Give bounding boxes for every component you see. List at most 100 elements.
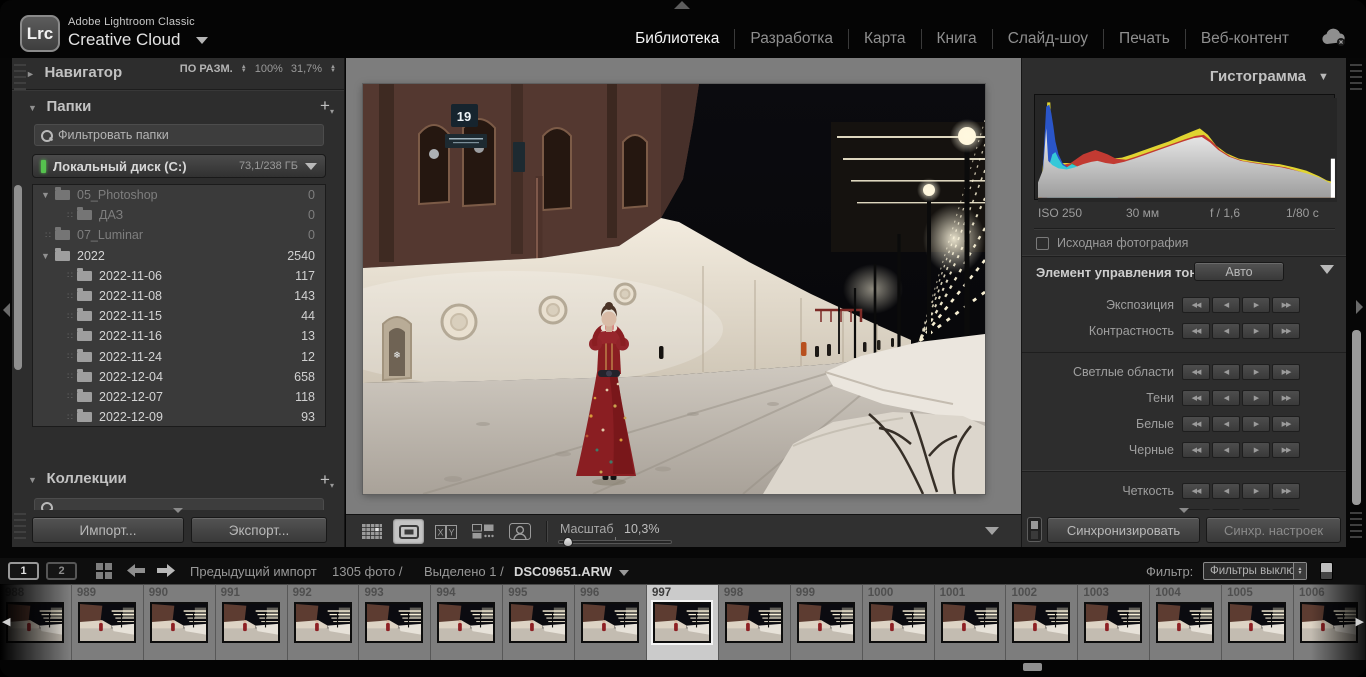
decrease-large-button[interactable]: [1182, 442, 1210, 458]
folder-row[interactable]: 2022-12-0993: [33, 407, 325, 427]
loupe-view-button[interactable]: [393, 519, 424, 544]
filmstrip-thumbnail[interactable]: 989: [72, 584, 144, 660]
decrease-button[interactable]: [1212, 390, 1240, 406]
folder-filter-input[interactable]: Фильтровать папки: [34, 124, 324, 146]
decrease-button[interactable]: [1212, 416, 1240, 432]
filmstrip-thumbnail[interactable]: 1002: [1006, 584, 1078, 660]
zoom-spinner-icon[interactable]: ▲▼: [330, 65, 336, 73]
decrease-button[interactable]: [1212, 483, 1240, 499]
sync-settings-button[interactable]: Синхр. настроек: [1206, 517, 1341, 543]
module-tab[interactable]: Библиотека: [620, 26, 734, 52]
folder-grip-icon[interactable]: [63, 351, 77, 362]
filmstrip-thumbnail[interactable]: 990: [144, 584, 216, 660]
module-tab[interactable]: Печать: [1104, 26, 1185, 52]
folder-grip-icon[interactable]: [63, 371, 77, 382]
resize-grip[interactable]: [14, 513, 26, 543]
collapse-icon[interactable]: [1320, 265, 1334, 274]
folder-row[interactable]: ДАЗ0: [33, 205, 325, 225]
decrease-button[interactable]: [1212, 297, 1240, 313]
filmstrip-thumbnail[interactable]: 1003: [1078, 584, 1150, 660]
increase-large-button[interactable]: [1272, 297, 1300, 313]
filmstrip-thumbnail[interactable]: 994: [431, 584, 503, 660]
right-panel-scrollbar[interactable]: [1352, 330, 1361, 505]
folder-grip-icon[interactable]: [63, 291, 77, 302]
folder-row[interactable]: 05_Photoshop0: [33, 185, 325, 205]
decrease-button[interactable]: [1212, 442, 1240, 458]
filmstrip-thumbnail[interactable]: 992: [288, 584, 360, 660]
filmstrip-thumbnail[interactable]: 1005: [1222, 584, 1294, 660]
folders-scrollbar[interactable]: [14, 185, 22, 370]
decrease-large-button[interactable]: [1182, 323, 1210, 339]
resize-grip[interactable]: [1350, 512, 1362, 542]
folder-grip-icon[interactable]: [41, 230, 55, 241]
next-photo-arrow-icon[interactable]: [156, 563, 176, 578]
add-collection-button[interactable]: +: [320, 470, 334, 490]
filmstrip-thumbnail[interactable]: 998: [719, 584, 791, 660]
folder-row[interactable]: 2022-12-07118: [33, 387, 325, 407]
expand-icon[interactable]: [28, 103, 42, 113]
filmstrip-thumbnail[interactable]: 1000: [863, 584, 935, 660]
toolbar-options-caret[interactable]: [985, 527, 999, 535]
import-button[interactable]: Импорт...: [32, 517, 184, 543]
people-view-button[interactable]: [504, 519, 535, 544]
module-tab[interactable]: Разработка: [735, 26, 848, 52]
filter-toggle-switch[interactable]: [1320, 562, 1333, 580]
filmstrip-thumbnail[interactable]: 991: [216, 584, 288, 660]
filmstrip-thumbnail[interactable]: 996: [575, 584, 647, 660]
module-tab[interactable]: Слайд-шоу: [993, 26, 1103, 52]
increase-large-button[interactable]: [1272, 364, 1300, 380]
filmstrip-filename[interactable]: DSC09651.ARW: [514, 564, 629, 579]
increase-button[interactable]: [1242, 323, 1270, 339]
decrease-large-button[interactable]: [1182, 364, 1210, 380]
collapse-icon[interactable]: [1318, 71, 1332, 83]
fit-spinner-icon[interactable]: ▲▼: [241, 65, 247, 73]
filmstrip-thumbnail[interactable]: 997: [647, 584, 719, 660]
resize-grip[interactable]: [1350, 64, 1362, 94]
collapse-icon[interactable]: [26, 69, 40, 79]
folder-grip-icon[interactable]: [63, 311, 77, 322]
histogram-header[interactable]: Гистограмма: [1210, 68, 1332, 85]
filmstrip-thumbnail[interactable]: 993: [359, 584, 431, 660]
increase-button[interactable]: [1242, 483, 1270, 499]
fill-option[interactable]: 100%: [255, 63, 283, 75]
increase-large-button[interactable]: [1272, 390, 1300, 406]
collections-header[interactable]: Коллекции +: [12, 470, 344, 496]
filmstrip-scroll-left-arrow[interactable]: ◀: [2, 615, 10, 628]
add-folder-button[interactable]: +: [320, 96, 334, 116]
photo-preview[interactable]: 19 ❄: [363, 84, 985, 494]
auto-tone-button[interactable]: Авто: [1194, 262, 1284, 281]
filmstrip-source[interactable]: Предыдущий импорт: [190, 564, 317, 579]
filmstrip-thumbnail[interactable]: 995: [503, 584, 575, 660]
survey-view-button[interactable]: [467, 519, 498, 544]
increase-large-button[interactable]: [1272, 323, 1300, 339]
zoom-ratio-option[interactable]: 31,7%: [291, 63, 322, 75]
previous-photo-arrow-icon[interactable]: [126, 563, 146, 578]
folder-row[interactable]: 07_Luminar0: [33, 225, 325, 245]
module-tab[interactable]: Книга: [922, 26, 992, 52]
compare-view-button[interactable]: X Y: [430, 519, 461, 544]
grid-view-button[interactable]: [356, 519, 387, 544]
folder-row[interactable]: 20222540: [33, 246, 325, 266]
filmstrip-thumbnail[interactable]: 1004: [1150, 584, 1222, 660]
folder-row[interactable]: 2022-11-08143: [33, 286, 325, 306]
increase-large-button[interactable]: [1272, 483, 1300, 499]
increase-button[interactable]: [1242, 442, 1270, 458]
expand-icon[interactable]: [41, 251, 55, 261]
fit-option[interactable]: ПО РАЗМ.: [180, 63, 233, 75]
navigator-header[interactable]: Навигатор ПО РАЗМ. ▲▼ 100% 31,7% ▲▼: [12, 58, 344, 84]
volume-caret-icon[interactable]: [305, 163, 317, 170]
folder-row[interactable]: 2022-11-06117: [33, 266, 325, 286]
module-tab[interactable]: Карта: [849, 26, 920, 52]
expand-icon[interactable]: [28, 475, 42, 485]
folder-grip-icon[interactable]: [63, 391, 77, 402]
decrease-large-button[interactable]: [1182, 390, 1210, 406]
filmstrip-thumbnail[interactable]: 999: [791, 584, 863, 660]
filter-dropdown[interactable]: Фильтры выключ... ▲▼: [1203, 562, 1307, 580]
identity-caret-icon[interactable]: [196, 37, 208, 44]
decrease-large-button[interactable]: [1182, 297, 1210, 313]
decrease-button[interactable]: [1212, 364, 1240, 380]
folder-grip-icon[interactable]: [63, 210, 77, 221]
filmstrip-thumbnail[interactable]: 1001: [935, 584, 1007, 660]
decrease-large-button[interactable]: [1182, 416, 1210, 432]
sync-button[interactable]: Синхронизировать: [1047, 517, 1200, 543]
